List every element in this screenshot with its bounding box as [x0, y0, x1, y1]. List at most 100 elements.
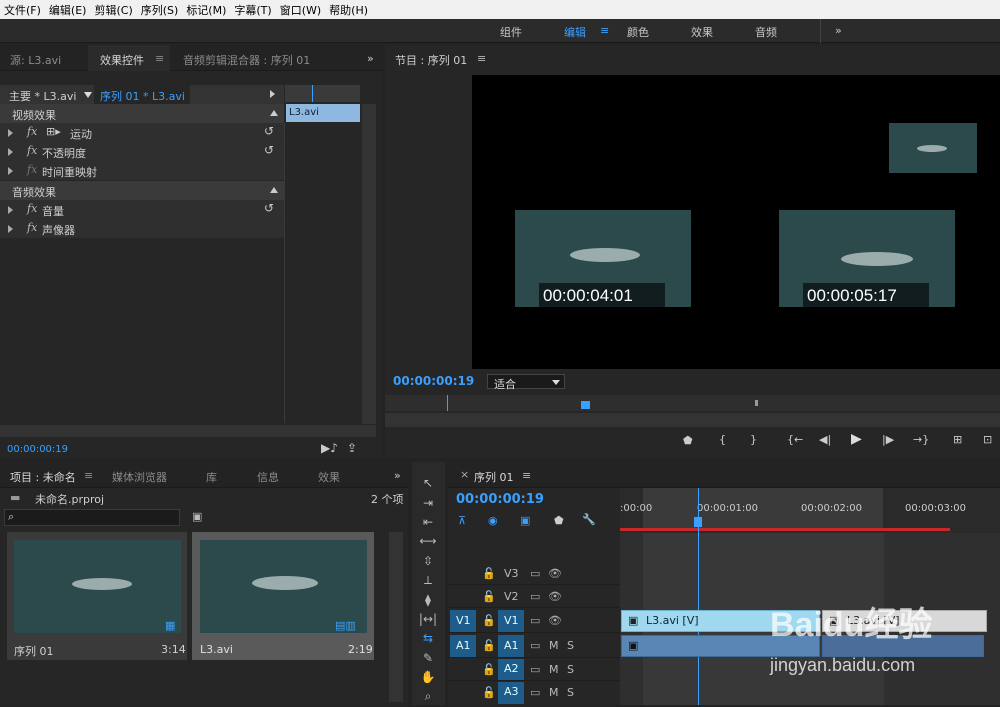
program-title[interactable]: 节目 : 序列 01 [395, 52, 467, 68]
lock-icon[interactable]: 🔓 [482, 614, 496, 627]
zoom-select[interactable]: 适合 [487, 374, 565, 391]
effect-row-panner[interactable]: fx 声像器 [0, 219, 284, 238]
expand-icon[interactable] [8, 148, 13, 156]
zoom-tool-icon[interactable]: ⌕ [418, 689, 438, 707]
slip-tool-icon[interactable]: ⧫ [418, 593, 438, 611]
selection-tool-icon[interactable]: ↖ [418, 476, 438, 494]
lock-icon[interactable]: 🔓 [482, 663, 496, 676]
toggle-output-icon[interactable]: ▭ [530, 590, 540, 603]
track-header-v1[interactable]: V1 🔓 V1 ▭ 👁 [448, 609, 620, 633]
ec-clip-bar[interactable]: L3.avi [286, 104, 360, 122]
tab-library[interactable]: 库 [206, 469, 217, 485]
video-effects-header[interactable]: 视频效果 [0, 104, 284, 123]
collapse-up-icon[interactable] [270, 110, 278, 116]
source-patch-v1[interactable]: V1 [450, 610, 476, 632]
lock-icon[interactable]: 🔓 [482, 590, 496, 603]
source-patch-a1[interactable]: A1 [450, 635, 476, 657]
track-header-a3[interactable]: 🔓 A3 ▭ M S [448, 682, 620, 705]
workspace-color[interactable]: 颜色 [627, 24, 649, 40]
step-forward-icon[interactable]: |▶ [882, 433, 894, 446]
rolling-edit-tool-icon[interactable]: ⟷ [418, 534, 438, 552]
workspace-menu-icon[interactable]: ≡ [600, 24, 609, 37]
tab-source[interactable]: 源: L3.avi [10, 52, 61, 68]
workspace-editing[interactable]: 编辑 [564, 24, 586, 40]
expand-icon[interactable] [8, 129, 13, 137]
menu-help[interactable]: 帮助(H) [325, 2, 372, 18]
track-header-a1[interactable]: A1 🔓 A1 ▭ M S [448, 634, 620, 658]
workspace-audio[interactable]: 音频 [755, 24, 777, 40]
track-header-a2[interactable]: 🔓 A2 ▭ M S [448, 659, 620, 681]
track-target-a2[interactable]: A2 [498, 659, 524, 680]
close-icon[interactable]: × [460, 468, 469, 481]
tab-effect-controls[interactable]: 效果控件 [100, 52, 144, 68]
mark-in-icon[interactable]: { [719, 433, 726, 446]
menu-edit[interactable]: 编辑(E) [45, 2, 91, 18]
expand-icon[interactable] [8, 225, 13, 233]
eye-icon[interactable]: 👁 [548, 567, 562, 580]
lock-icon[interactable]: 🔓 [482, 686, 496, 699]
solo-button[interactable]: S [567, 663, 574, 676]
toggle-output-icon[interactable]: ▭ [530, 567, 540, 580]
reset-icon[interactable]: ↺ [264, 143, 274, 157]
workspace-effects[interactable]: 效果 [691, 24, 713, 40]
timeline-ruler[interactable]: :00:00 00:00:01:00 00:00:02:00 00:00:03:… [620, 488, 1000, 533]
slide-tool-icon[interactable]: |↔| [418, 612, 438, 630]
sequence-clip-label[interactable]: 序列 01 * L3.avi [100, 88, 185, 104]
project-scrollbar[interactable] [389, 532, 403, 702]
effect-row-time-remap[interactable]: fx 时间重映射 [0, 161, 284, 180]
rate-stretch-tool-icon[interactable]: ⇳ [418, 554, 438, 572]
tab-audio-clip-mixer[interactable]: 音频剪辑混合器 : 序列 01 [183, 52, 310, 68]
mute-button[interactable]: M [549, 686, 559, 699]
panel-overflow-icon[interactable]: » [394, 469, 401, 482]
program-ruler[interactable] [385, 395, 1000, 411]
expand-icon[interactable] [8, 206, 13, 214]
collapse-up-icon[interactable] [270, 187, 278, 193]
hand-tool-icon[interactable]: ✋ [418, 670, 438, 688]
expand-timeline-icon[interactable] [270, 90, 275, 98]
menu-clip[interactable]: 剪辑(C) [90, 2, 136, 18]
toggle-output-icon[interactable]: ▭ [530, 639, 540, 652]
solo-button[interactable]: S [567, 639, 574, 652]
solo-button[interactable]: S [567, 686, 574, 699]
fx-icon[interactable]: fx [27, 125, 37, 138]
workspace-assembly[interactable]: 组件 [500, 24, 522, 40]
menu-title[interactable]: 字幕(T) [230, 2, 275, 18]
panel-menu-icon[interactable]: ≡ [84, 469, 93, 482]
master-dropdown-icon[interactable] [84, 92, 92, 98]
tab-info[interactable]: 信息 [257, 469, 279, 485]
export-icon[interactable]: ⇪ [347, 441, 357, 455]
reset-icon[interactable]: ↺ [264, 124, 274, 138]
project-search-input[interactable]: ⌕ [4, 509, 180, 526]
play-icon[interactable]: ▶ [851, 431, 862, 447]
slide-tool-active-icon[interactable]: ⇆ [418, 631, 438, 649]
mute-button[interactable]: M [549, 663, 559, 676]
pen-tool-icon[interactable]: ✎ [418, 651, 438, 669]
effect-row-motion[interactable]: fx ⊞▸ 运动 ↺ [0, 123, 284, 142]
menu-window[interactable]: 窗口(W) [276, 2, 325, 18]
program-video-frame[interactable]: 00:00:04:01 00:00:05:17 [472, 75, 1000, 369]
lift-icon[interactable]: ⊞ [953, 433, 962, 446]
razor-tool-icon[interactable]: ⟂ [418, 573, 438, 591]
toggle-output-icon[interactable]: ▭ [530, 686, 540, 699]
program-zoom-bar[interactable] [385, 413, 1000, 427]
audio-effects-header[interactable]: 音频效果 [0, 181, 284, 200]
track-target-a1[interactable]: A1 [498, 635, 524, 657]
project-item-sequence[interactable]: ▦ 序列 01 3:14 [7, 532, 187, 660]
reset-icon[interactable]: ↺ [264, 201, 274, 215]
snap-icon[interactable]: ⊼ [458, 514, 466, 527]
wrench-icon[interactable]: 🔧 [582, 513, 596, 526]
ec-horizontal-scrollbar[interactable] [0, 425, 376, 437]
track-target-v1[interactable]: V1 [498, 610, 524, 632]
extract-icon[interactable]: ⊡ [983, 433, 992, 446]
marker-icon[interactable]: ⬟ [554, 514, 564, 527]
menu-marker[interactable]: 标记(M) [182, 2, 230, 18]
go-to-out-icon[interactable]: →} [913, 433, 929, 446]
add-marker-icon[interactable]: ⬟ [683, 434, 693, 447]
track-header-v3[interactable]: 🔓 V3 ▭ 👁 [448, 563, 620, 585]
menu-sequence[interactable]: 序列(S) [137, 2, 183, 18]
tab-media-browser[interactable]: 媒体浏览器 [112, 469, 167, 485]
go-to-in-icon[interactable]: {← [787, 433, 803, 446]
ec-timecode[interactable]: 00:00:00:19 [7, 444, 68, 455]
mute-button[interactable]: M [549, 639, 559, 652]
toggle-output-icon[interactable]: ▭ [530, 663, 540, 676]
